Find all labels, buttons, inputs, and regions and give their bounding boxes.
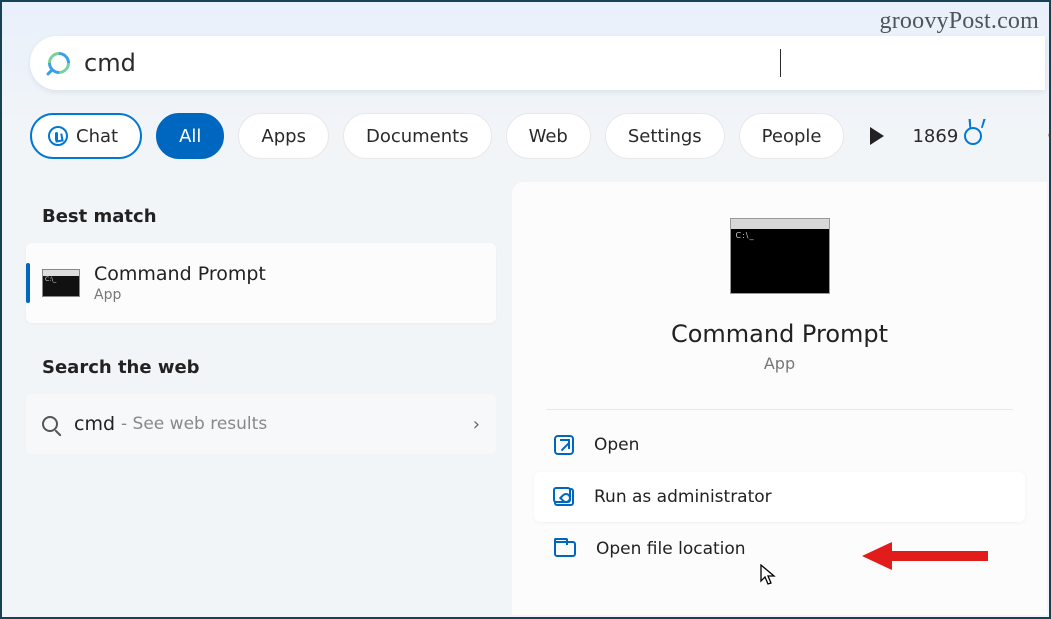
detail-title: Command Prompt — [512, 320, 1047, 348]
search-input[interactable]: cmd — [84, 49, 782, 77]
search-box[interactable]: cmd — [30, 36, 1045, 90]
open-label: Open — [594, 435, 639, 455]
best-match-title: Command Prompt — [94, 263, 266, 285]
web-result-hint: - See web results — [121, 414, 267, 434]
shield-admin-icon — [554, 488, 574, 506]
detail-subtitle: App — [512, 354, 1047, 373]
rewards-medal-icon — [964, 127, 982, 145]
apps-filter-button[interactable]: Apps — [238, 113, 329, 159]
rewards-points[interactable]: 1869 — [912, 126, 982, 147]
bing-chat-icon — [48, 126, 68, 146]
chat-label: Chat — [76, 126, 118, 147]
search-web-header: Search the web — [42, 357, 496, 378]
text-caret — [780, 49, 782, 77]
search-icon — [43, 47, 74, 78]
web-filter-button[interactable]: Web — [506, 113, 591, 159]
people-filter-button[interactable]: People — [739, 113, 845, 159]
folder-icon — [554, 541, 576, 557]
web-result-query: cmd — [74, 413, 115, 435]
web-result-item[interactable]: cmd - See web results › — [26, 394, 496, 454]
documents-filter-button[interactable]: Documents — [343, 113, 492, 159]
all-filter-button[interactable]: All — [156, 113, 224, 159]
settings-filter-button[interactable]: Settings — [605, 113, 725, 159]
chevron-right-icon: › — [473, 414, 480, 435]
best-match-result[interactable]: Command Prompt App — [26, 243, 496, 323]
watermark-text: groovyPost.com — [880, 8, 1039, 35]
more-filters-icon[interactable] — [870, 127, 884, 145]
command-prompt-large-icon — [730, 218, 830, 294]
run-admin-label: Run as administrator — [594, 487, 772, 507]
rewards-value: 1869 — [912, 126, 958, 147]
open-action[interactable]: Open — [534, 420, 1025, 470]
more-menu-button[interactable]: ··· — [1036, 124, 1051, 149]
command-prompt-icon — [42, 269, 80, 297]
best-match-subtitle: App — [94, 287, 266, 303]
results-left-column: Best match Command Prompt App Search the… — [26, 192, 496, 617]
search-icon — [42, 416, 58, 432]
best-match-header: Best match — [42, 206, 496, 227]
run-as-administrator-action[interactable]: Run as administrator — [534, 472, 1025, 522]
chat-filter-button[interactable]: Chat — [30, 113, 142, 159]
open-icon — [554, 435, 574, 455]
divider — [546, 409, 1013, 410]
annotation-red-arrow — [862, 542, 992, 570]
open-location-label: Open file location — [596, 539, 746, 559]
search-filters-row: Chat All Apps Documents Web Settings Peo… — [30, 108, 1047, 164]
